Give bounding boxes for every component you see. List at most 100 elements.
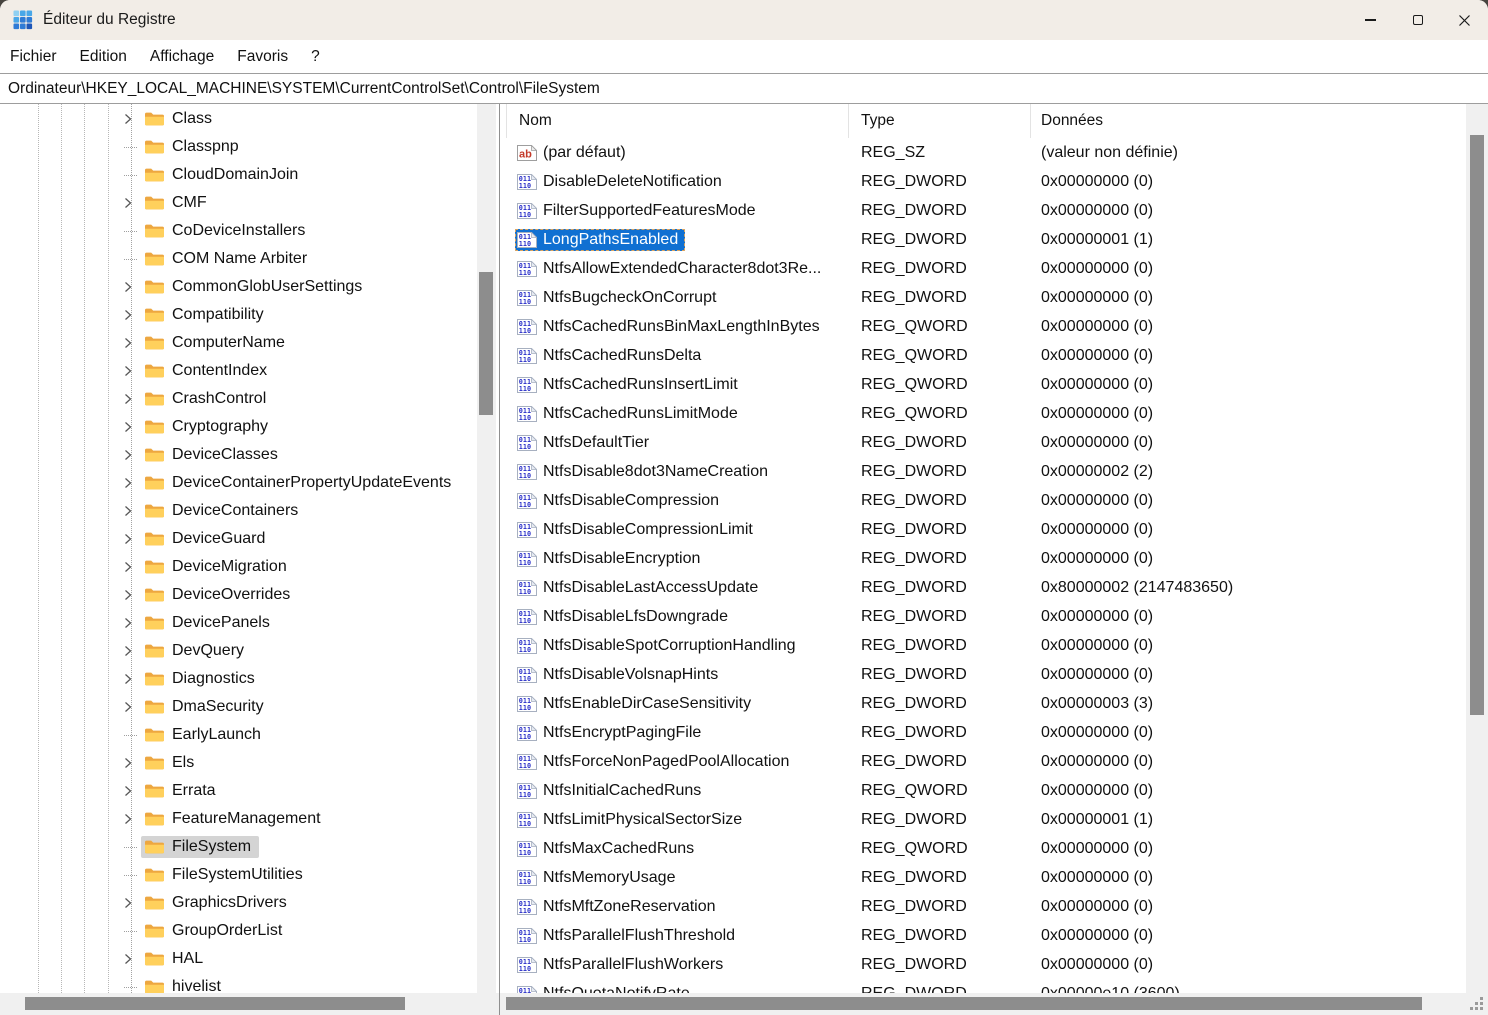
tree-item-diagnostics[interactable]: Diagnostics bbox=[0, 665, 499, 693]
chevron-right-icon[interactable] bbox=[124, 616, 141, 630]
column-header-name[interactable]: Nom bbox=[506, 104, 849, 138]
chevron-right-icon[interactable] bbox=[124, 560, 141, 574]
tree-item-computername[interactable]: ComputerName bbox=[0, 329, 499, 357]
values-horizontal-scrollbar-thumb[interactable] bbox=[506, 997, 1422, 1010]
menu-aide[interactable]: ? bbox=[311, 48, 320, 66]
column-header-data[interactable]: Données bbox=[1031, 104, 1466, 138]
menu-favoris[interactable]: Favoris bbox=[237, 48, 288, 66]
chevron-right-icon[interactable] bbox=[124, 896, 141, 910]
tree-item-dmasecurity[interactable]: DmaSecurity bbox=[0, 693, 499, 721]
chevron-right-icon[interactable] bbox=[124, 700, 141, 714]
tree-item-deviceoverrides[interactable]: DeviceOverrides bbox=[0, 581, 499, 609]
chevron-right-icon[interactable] bbox=[124, 784, 141, 798]
tree-item-codeviceinstallers[interactable]: CoDeviceInstallers bbox=[0, 217, 499, 245]
tree-item-clouddomainjoin[interactable]: CloudDomainJoin bbox=[0, 161, 499, 189]
value-row-ntfscachedrunsdelta[interactable]: ab 011 110 NtfsCachedRunsDelta REG_QWORD… bbox=[500, 341, 1488, 370]
tree-item-filesystemutilities[interactable]: FileSystemUtilities bbox=[0, 861, 499, 889]
tree-item-com-name-arbiter[interactable]: COM Name Arbiter bbox=[0, 245, 499, 273]
tree-item-class[interactable]: Class bbox=[0, 105, 499, 133]
chevron-right-icon[interactable] bbox=[124, 448, 141, 462]
chevron-right-icon[interactable] bbox=[124, 224, 141, 238]
tree-item-deviceguard[interactable]: DeviceGuard bbox=[0, 525, 499, 553]
tree-item-contentindex[interactable]: ContentIndex bbox=[0, 357, 499, 385]
value-row-ntfsmaxcachedruns[interactable]: ab 011 110 NtfsMaxCachedRuns REG_QWORD 0… bbox=[500, 834, 1488, 863]
resize-grip-icon[interactable] bbox=[1470, 997, 1484, 1011]
value-row-ntfscachedrunsbinmaxlengthinbytes[interactable]: ab 011 110 NtfsCachedRunsBinMaxLengthInB… bbox=[500, 312, 1488, 341]
tree-item-filesystem[interactable]: FileSystem bbox=[0, 833, 499, 861]
value-row-longpathsenabled[interactable]: ab 011 110 LongPathsEnabled REG_DWORD 0x… bbox=[500, 225, 1488, 254]
chevron-right-icon[interactable] bbox=[124, 644, 141, 658]
value-row-ntfsdisablevolsnaphints[interactable]: ab 011 110 NtfsDisableVolsnapHints REG_D… bbox=[500, 660, 1488, 689]
tree-item-devicecontainerpropertyupdateevents[interactable]: DeviceContainerPropertyUpdateEvents bbox=[0, 469, 499, 497]
value-row-ntfsdisablecompression[interactable]: ab 011 110 NtfsDisableCompression REG_DW… bbox=[500, 486, 1488, 515]
chevron-right-icon[interactable] bbox=[124, 588, 141, 602]
tree-item-cmf[interactable]: CMF bbox=[0, 189, 499, 217]
value-row-ntfsmemoryusage[interactable]: ab 011 110 NtfsMemoryUsage REG_DWORD 0x0… bbox=[500, 863, 1488, 892]
tree-item-compatibility[interactable]: Compatibility bbox=[0, 301, 499, 329]
chevron-right-icon[interactable] bbox=[124, 112, 141, 126]
chevron-right-icon[interactable] bbox=[124, 952, 141, 966]
chevron-right-icon[interactable] bbox=[124, 756, 141, 770]
values-vertical-scrollbar-thumb[interactable] bbox=[1470, 135, 1484, 715]
close-button[interactable] bbox=[1441, 0, 1488, 40]
chevron-right-icon[interactable] bbox=[124, 476, 141, 490]
chevron-right-icon[interactable] bbox=[124, 420, 141, 434]
chevron-right-icon[interactable] bbox=[124, 140, 141, 154]
chevron-right-icon[interactable] bbox=[124, 336, 141, 350]
chevron-right-icon[interactable] bbox=[124, 924, 141, 938]
value-row-ntfsparallelflushthreshold[interactable]: ab 011 110 NtfsParallelFlushThreshold RE… bbox=[500, 921, 1488, 950]
chevron-right-icon[interactable] bbox=[124, 308, 141, 322]
chevron-right-icon[interactable] bbox=[124, 532, 141, 546]
tree-item-els[interactable]: Els bbox=[0, 749, 499, 777]
value-row-ntfsdisableencryption[interactable]: ab 011 110 NtfsDisableEncryption REG_DWO… bbox=[500, 544, 1488, 573]
menu-affichage[interactable]: Affichage bbox=[150, 48, 214, 66]
chevron-right-icon[interactable] bbox=[124, 196, 141, 210]
value-row-ntfsforcenonpagedpoolallocation[interactable]: ab 011 110 NtfsForceNonPagedPoolAllocati… bbox=[500, 747, 1488, 776]
chevron-right-icon[interactable] bbox=[124, 168, 141, 182]
maximize-button[interactable] bbox=[1394, 0, 1441, 40]
value-row-ntfsallowextendedcharacter8dot3re[interactable]: ab 011 110 NtfsAllowExtendedCharacter8do… bbox=[500, 254, 1488, 283]
chevron-right-icon[interactable] bbox=[124, 728, 141, 742]
value-row-ntfsdisable8dot3namecreation[interactable]: ab 011 110 NtfsDisable8dot3NameCreation … bbox=[500, 457, 1488, 486]
chevron-right-icon[interactable] bbox=[124, 980, 141, 994]
value-row-filtersupportedfeaturesmode[interactable]: ab 011 110 FilterSupportedFeaturesMode R… bbox=[500, 196, 1488, 225]
value-row-ntfsbugcheckoncorrupt[interactable]: ab 011 110 NtfsBugcheckOnCorrupt REG_DWO… bbox=[500, 283, 1488, 312]
tree-item-graphicsdrivers[interactable]: GraphicsDrivers bbox=[0, 889, 499, 917]
value-row-ntfscachedrunsinsertlimit[interactable]: ab 011 110 NtfsCachedRunsInsertLimit REG… bbox=[500, 370, 1488, 399]
chevron-right-icon[interactable] bbox=[124, 504, 141, 518]
value-row-ntfsdisablelfsdowngrade[interactable]: ab 011 110 NtfsDisableLfsDowngrade REG_D… bbox=[500, 602, 1488, 631]
tree-vertical-scrollbar[interactable] bbox=[477, 104, 496, 993]
value-row-disabledeletenotification[interactable]: ab 011 110 DisableDeleteNotification REG… bbox=[500, 167, 1488, 196]
tree-item-devquery[interactable]: DevQuery bbox=[0, 637, 499, 665]
tree-vertical-scrollbar-thumb[interactable] bbox=[479, 272, 493, 415]
address-bar[interactable]: Ordinateur\HKEY_LOCAL_MACHINE\SYSTEM\Cur… bbox=[0, 73, 1488, 104]
chevron-right-icon[interactable] bbox=[124, 840, 141, 854]
chevron-right-icon[interactable] bbox=[124, 392, 141, 406]
chevron-right-icon[interactable] bbox=[124, 364, 141, 378]
tree-item-earlylaunch[interactable]: EarlyLaunch bbox=[0, 721, 499, 749]
tree-item-classpnp[interactable]: Classpnp bbox=[0, 133, 499, 161]
value-row-ntfsencryptpagingfile[interactable]: ab 011 110 NtfsEncryptPagingFile REG_DWO… bbox=[500, 718, 1488, 747]
value-row-ntfscachedrunslimitmode[interactable]: ab 011 110 NtfsCachedRunsLimitMode REG_Q… bbox=[500, 399, 1488, 428]
menu-edition[interactable]: Edition bbox=[80, 48, 127, 66]
tree-horizontal-scrollbar[interactable] bbox=[0, 993, 499, 1015]
column-header-type[interactable]: Type bbox=[849, 104, 1031, 138]
tree-item-devicemigration[interactable]: DeviceMigration bbox=[0, 553, 499, 581]
tree-item-devicecontainers[interactable]: DeviceContainers bbox=[0, 497, 499, 525]
tree-item-hal[interactable]: HAL bbox=[0, 945, 499, 973]
menu-fichier[interactable]: Fichier bbox=[10, 48, 57, 66]
chevron-right-icon[interactable] bbox=[124, 280, 141, 294]
minimize-button[interactable] bbox=[1347, 0, 1394, 40]
value-row-ntfsinitialcachedruns[interactable]: ab 011 110 NtfsInitialCachedRuns REG_QWO… bbox=[500, 776, 1488, 805]
value-row-ntfslimitphysicalsectorsize[interactable]: ab 011 110 NtfsLimitPhysicalSectorSize R… bbox=[500, 805, 1488, 834]
chevron-right-icon[interactable] bbox=[124, 868, 141, 882]
tree-item-commonglobusersettings[interactable]: CommonGlobUserSettings bbox=[0, 273, 499, 301]
tree-item-grouporderlist[interactable]: GroupOrderList bbox=[0, 917, 499, 945]
chevron-right-icon[interactable] bbox=[124, 252, 141, 266]
tree-item-cryptography[interactable]: Cryptography bbox=[0, 413, 499, 441]
values-horizontal-scrollbar[interactable] bbox=[500, 993, 1466, 1015]
value-row-ntfsdisablecompressionlimit[interactable]: ab 011 110 NtfsDisableCompressionLimit R… bbox=[500, 515, 1488, 544]
value-row-par-d-faut[interactable]: ab 011 110 (par défaut) REG_SZ (valeur n… bbox=[500, 138, 1488, 167]
value-row-ntfsmftzonereservation[interactable]: ab 011 110 NtfsMftZoneReservation REG_DW… bbox=[500, 892, 1488, 921]
chevron-right-icon[interactable] bbox=[124, 672, 141, 686]
